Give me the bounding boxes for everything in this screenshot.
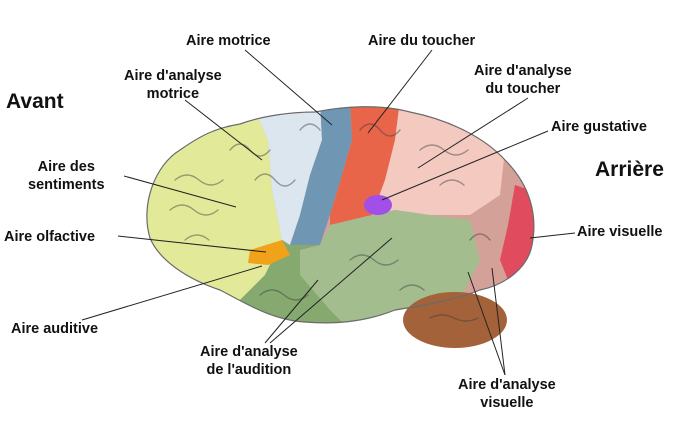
label-front: Avant xyxy=(6,90,64,113)
brain-illustration xyxy=(81,49,576,376)
label-feelings: Aire des sentiments xyxy=(28,159,105,193)
label-visual-analysis: Aire d'analyse visuelle xyxy=(458,377,556,411)
label-back: Arrière xyxy=(595,158,664,181)
brain-diagram: Avant Arrière Aire motrice Aire d'analys… xyxy=(0,0,692,421)
label-taste: Aire gustative xyxy=(551,119,647,135)
label-visual: Aire visuelle xyxy=(577,224,663,240)
label-touch: Aire du toucher xyxy=(368,33,476,49)
label-hearing-analysis: Aire d'analyse de l'audition xyxy=(200,344,298,378)
label-touch-analysis: Aire d'analyse du toucher xyxy=(474,63,572,97)
cerebellum xyxy=(403,292,507,348)
label-smell: Aire olfactive xyxy=(4,229,96,245)
label-motor: Aire motrice xyxy=(186,33,271,49)
label-motor-analysis: Aire d'analyse motrice xyxy=(124,68,222,102)
label-hearing: Aire auditive xyxy=(11,321,99,337)
leader-visual xyxy=(529,232,576,239)
